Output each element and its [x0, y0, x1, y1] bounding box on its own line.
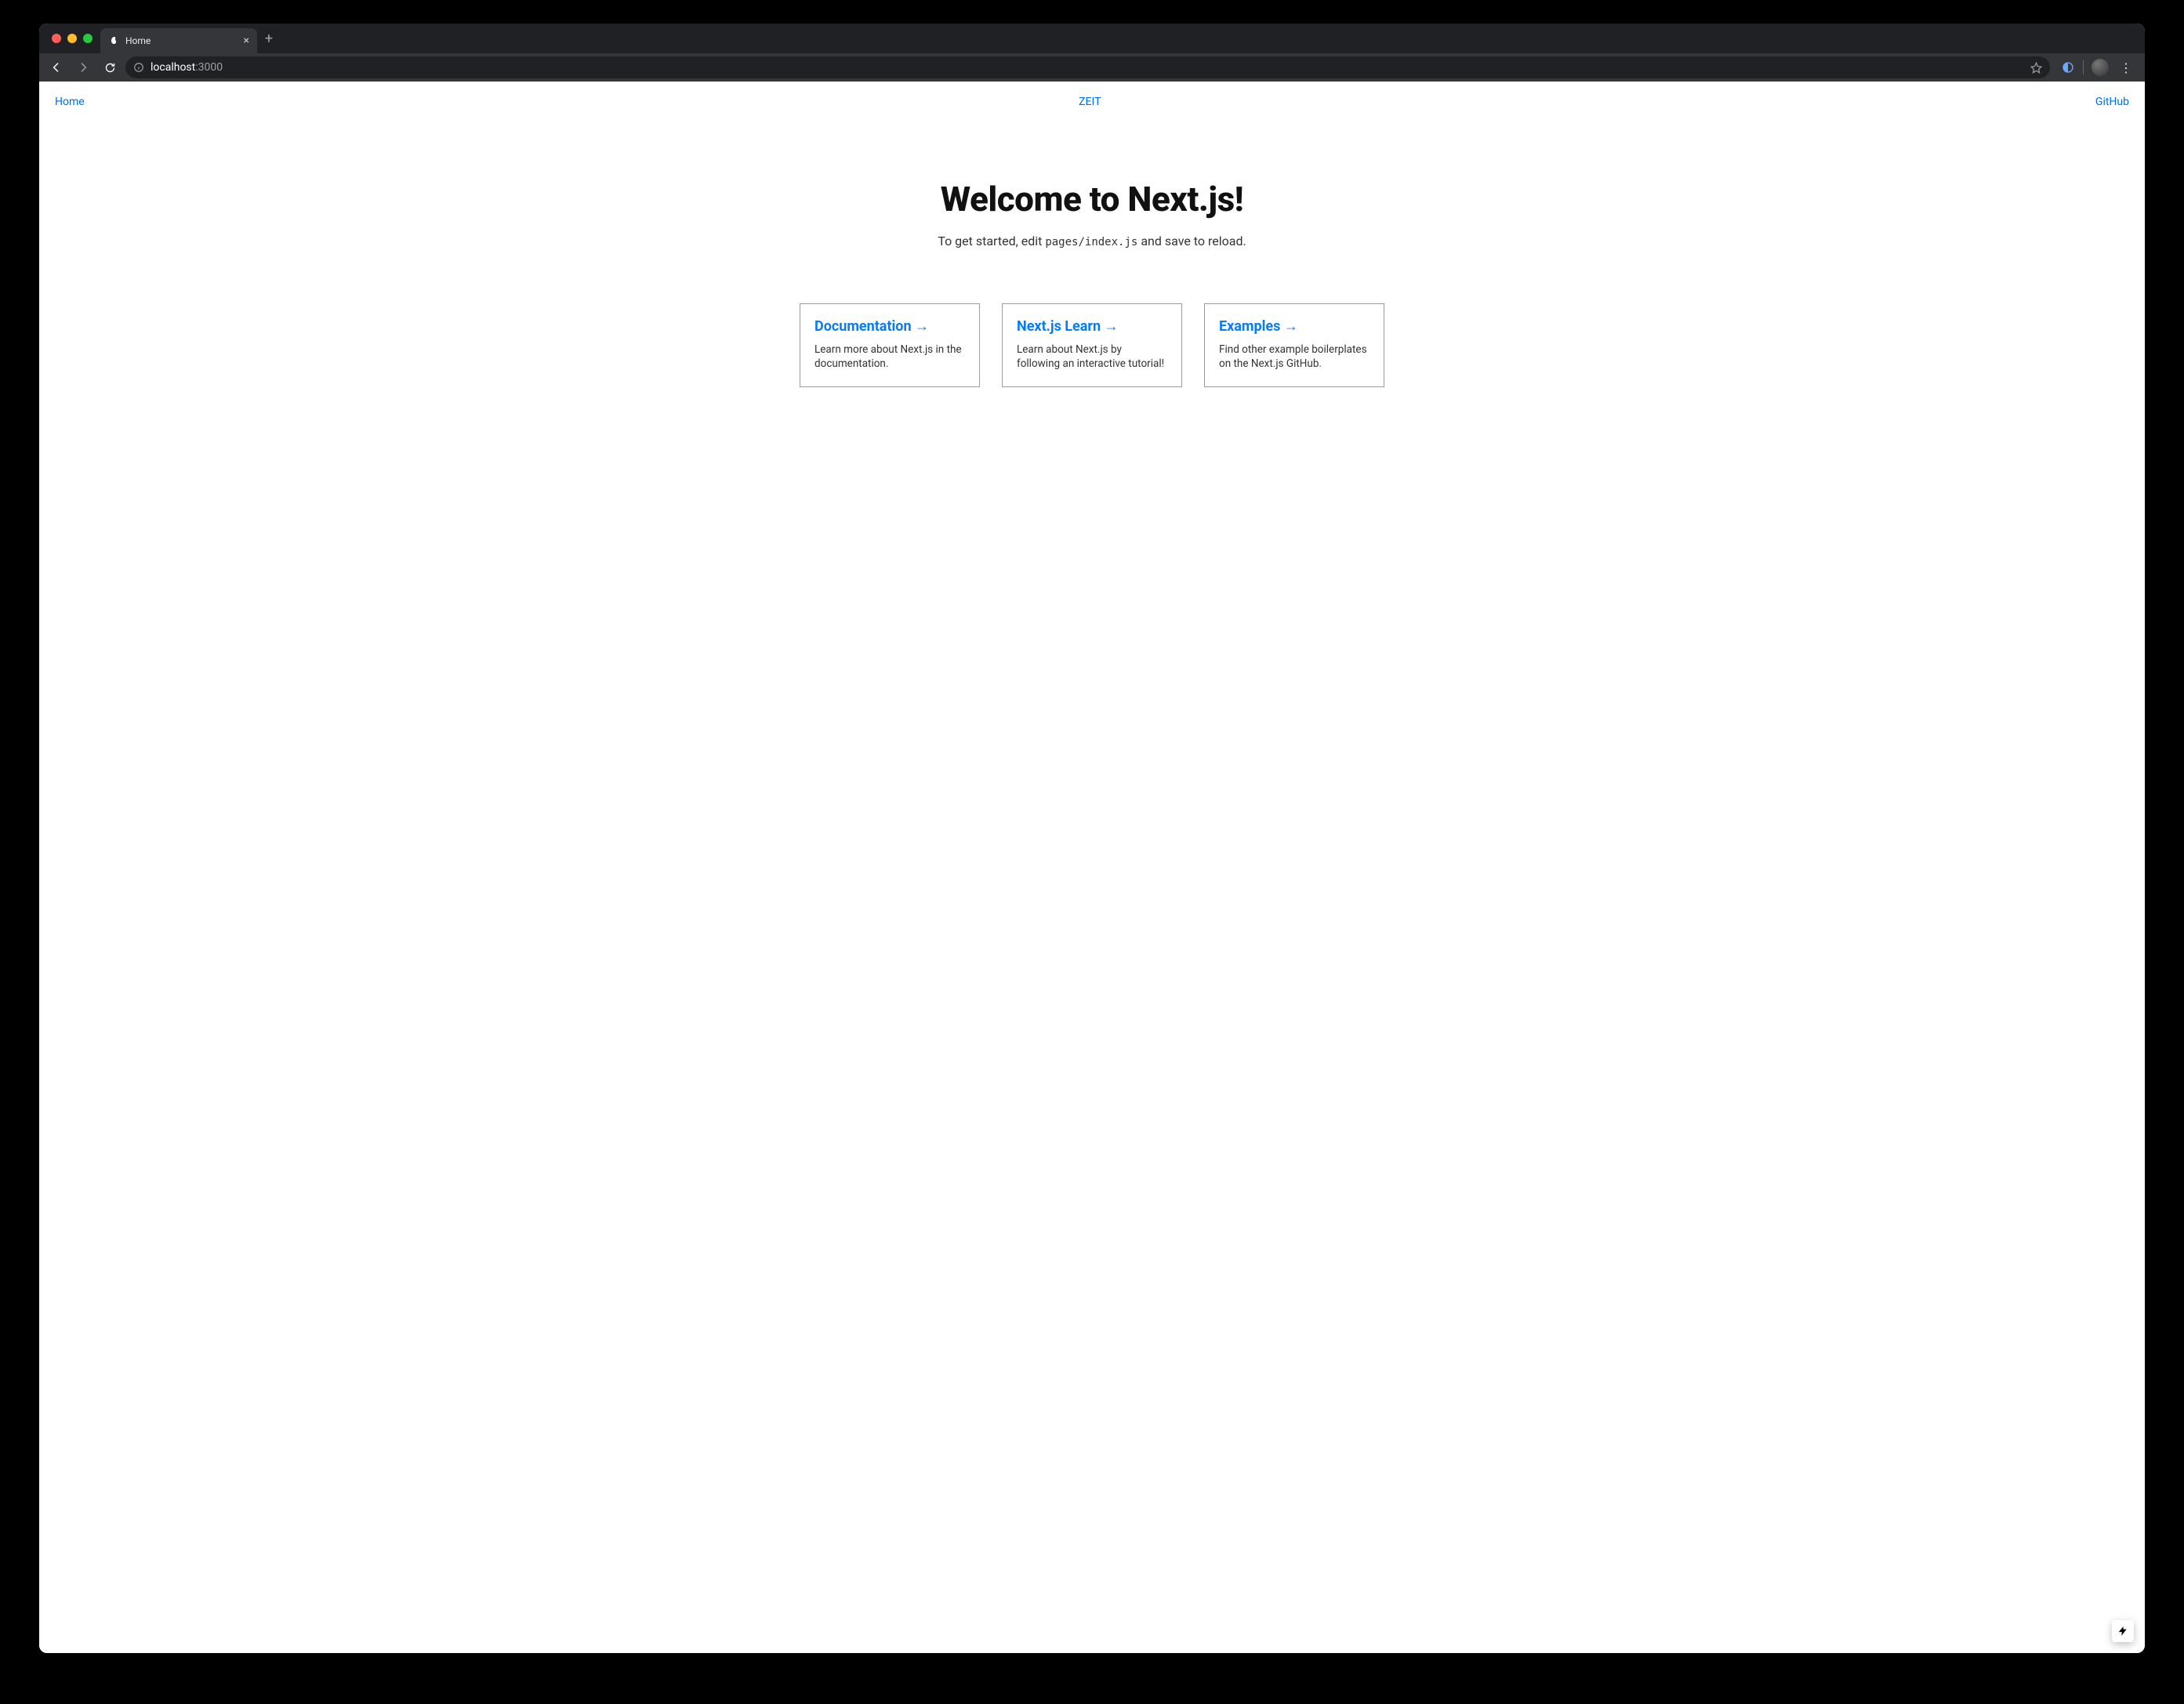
- card-desc: Find other example boilerplates on the N…: [1219, 343, 1370, 371]
- maximize-window-button[interactable]: [83, 34, 93, 43]
- card-row: Documentation → Learn more about Next.js…: [39, 248, 2145, 419]
- card-desc: Learn more about Next.js in the document…: [814, 343, 965, 371]
- url-text: localhost:3000: [151, 61, 223, 74]
- hero-description: To get started, edit pages/index.js and …: [55, 234, 2129, 248]
- browser-tab-bar: Home × +: [39, 24, 2145, 53]
- card-examples[interactable]: Examples → Find other example boilerplat…: [1204, 303, 1384, 387]
- card-title: Examples →: [1219, 318, 1370, 335]
- back-button[interactable]: [45, 56, 67, 78]
- hero-title: Welcome to Next.js!: [55, 179, 2129, 219]
- card-desc: Learn about Next.js by following an inte…: [1017, 343, 1167, 371]
- nav-link-zeit[interactable]: ZEIT: [1079, 96, 1101, 108]
- arrow-icon: →: [1284, 318, 1298, 335]
- tab-title: Home: [125, 35, 151, 46]
- card-title-text: Next.js Learn: [1017, 318, 1101, 335]
- card-title-text: Documentation: [814, 318, 912, 335]
- card-title: Next.js Learn →: [1017, 318, 1167, 335]
- arrow-icon: →: [915, 318, 929, 335]
- window-controls: [47, 24, 100, 53]
- card-title: Documentation →: [814, 318, 965, 335]
- nav-link-github[interactable]: GitHub: [2095, 96, 2129, 108]
- browser-menu-icon[interactable]: ⋮: [2117, 60, 2135, 75]
- site-info-icon[interactable]: [133, 62, 144, 73]
- new-tab-button[interactable]: +: [257, 24, 281, 53]
- tab-favicon-icon: [108, 35, 119, 46]
- url-port: :3000: [195, 61, 223, 74]
- reload-button[interactable]: [99, 56, 121, 78]
- arrow-icon: →: [1105, 318, 1119, 335]
- browser-toolbar: localhost:3000 ⋮: [39, 53, 2145, 82]
- address-bar[interactable]: localhost:3000: [125, 56, 2050, 78]
- toolbar-right: ⋮: [2055, 59, 2139, 76]
- minimize-window-button[interactable]: [67, 34, 77, 43]
- url-host: localhost: [151, 61, 195, 74]
- page-content: Home ZEIT GitHub Welcome to Next.js! To …: [39, 82, 2145, 1653]
- close-window-button[interactable]: [52, 34, 61, 43]
- page-nav: Home ZEIT GitHub: [39, 82, 2145, 116]
- profile-avatar[interactable]: [2091, 59, 2109, 76]
- browser-window: Home × + localhost:3000: [39, 24, 2145, 1653]
- extension-icon[interactable]: [2061, 60, 2075, 74]
- card-learn[interactable]: Next.js Learn → Learn about Next.js by f…: [1002, 303, 1182, 387]
- hero-intro-post: and save to reload.: [1137, 234, 1246, 248]
- toolbar-divider: [2083, 60, 2084, 74]
- bookmark-icon[interactable]: [2030, 62, 2042, 74]
- dev-indicator-icon[interactable]: [2112, 1620, 2134, 1642]
- nav-link-home[interactable]: Home: [55, 96, 85, 108]
- browser-tab-active[interactable]: Home ×: [100, 28, 257, 53]
- card-title-text: Examples: [1219, 318, 1280, 335]
- hero-intro-code: pages/index.js: [1045, 236, 1137, 248]
- forward-button[interactable]: [72, 56, 94, 78]
- hero-intro-pre: To get started, edit: [938, 234, 1045, 248]
- hero: Welcome to Next.js! To get started, edit…: [39, 116, 2145, 248]
- close-tab-icon[interactable]: ×: [244, 35, 249, 46]
- card-documentation[interactable]: Documentation → Learn more about Next.js…: [800, 303, 980, 387]
